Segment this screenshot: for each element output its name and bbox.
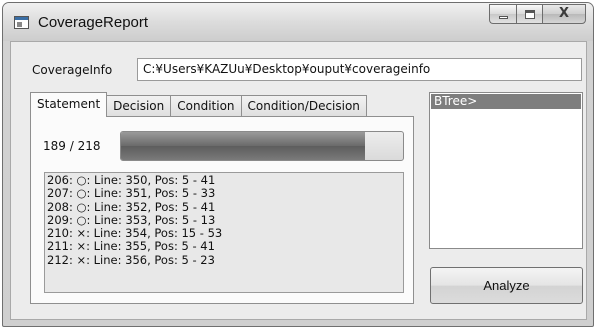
title-bar[interactable]: CoverageReport X: [3, 3, 593, 41]
coverage-info-label: CoverageInfo: [32, 63, 113, 77]
list-item[interactable]: 210: ×: Line: 354, Pos: 15 - 53: [47, 226, 401, 240]
list-item[interactable]: 211: ×: Line: 355, Pos: 5 - 41: [47, 240, 401, 254]
tree-view[interactable]: BTree>: [429, 92, 583, 249]
analyze-button[interactable]: Analyze: [430, 267, 583, 304]
tab-condition[interactable]: Condition: [170, 95, 242, 117]
app-window-icon[interactable]: [14, 16, 29, 29]
minimize-button[interactable]: [489, 4, 516, 24]
window-title: CoverageReport: [38, 14, 149, 31]
close-icon: X: [558, 6, 570, 21]
list-item[interactable]: 212: ×: Line: 356, Pos: 5 - 23: [47, 253, 401, 267]
tab-strip: Statement Decision Condition Condition/D…: [30, 92, 367, 117]
list-item[interactable]: 206: ○: Line: 350, Pos: 5 - 41: [47, 173, 401, 187]
close-button[interactable]: X: [542, 4, 586, 24]
coverage-progress-bar: [120, 131, 404, 161]
list-item[interactable]: 209: ○: Line: 353, Pos: 5 - 13: [47, 213, 401, 227]
caption-buttons: X: [489, 4, 586, 25]
list-item[interactable]: 208: ○: Line: 352, Pos: 5 - 41: [47, 200, 401, 214]
list-item[interactable]: 207: ○: Line: 351, Pos: 5 - 33: [47, 186, 401, 200]
client-area: CoverageInfo C:¥Users¥KAZUu¥Desktop¥oupu…: [10, 41, 587, 320]
maximize-button[interactable]: [516, 4, 542, 24]
maximize-icon: [525, 10, 535, 19]
tab-condition-decision[interactable]: Condition/Decision: [240, 95, 367, 117]
minimize-icon: [499, 16, 508, 19]
coverage-count: 189 / 218: [43, 139, 101, 153]
tree-item-btree[interactable]: BTree>: [431, 94, 581, 109]
coverage-progress-fill: [121, 132, 366, 160]
coverage-info-field[interactable]: C:¥Users¥KAZUu¥Desktop¥ouput¥coverageinf…: [137, 58, 582, 81]
statement-list[interactable]: 206: ○: Line: 350, Pos: 5 - 41 207: ○: L…: [44, 172, 404, 293]
statement-tab-panel: 189 / 218 206: ○: Line: 350, Pos: 5 - 41…: [30, 116, 414, 304]
tab-statement[interactable]: Statement: [30, 92, 108, 117]
tab-decision[interactable]: Decision: [106, 95, 172, 117]
coverage-report-window: CoverageReport X CoverageInfo C:¥Users¥K…: [2, 2, 594, 327]
